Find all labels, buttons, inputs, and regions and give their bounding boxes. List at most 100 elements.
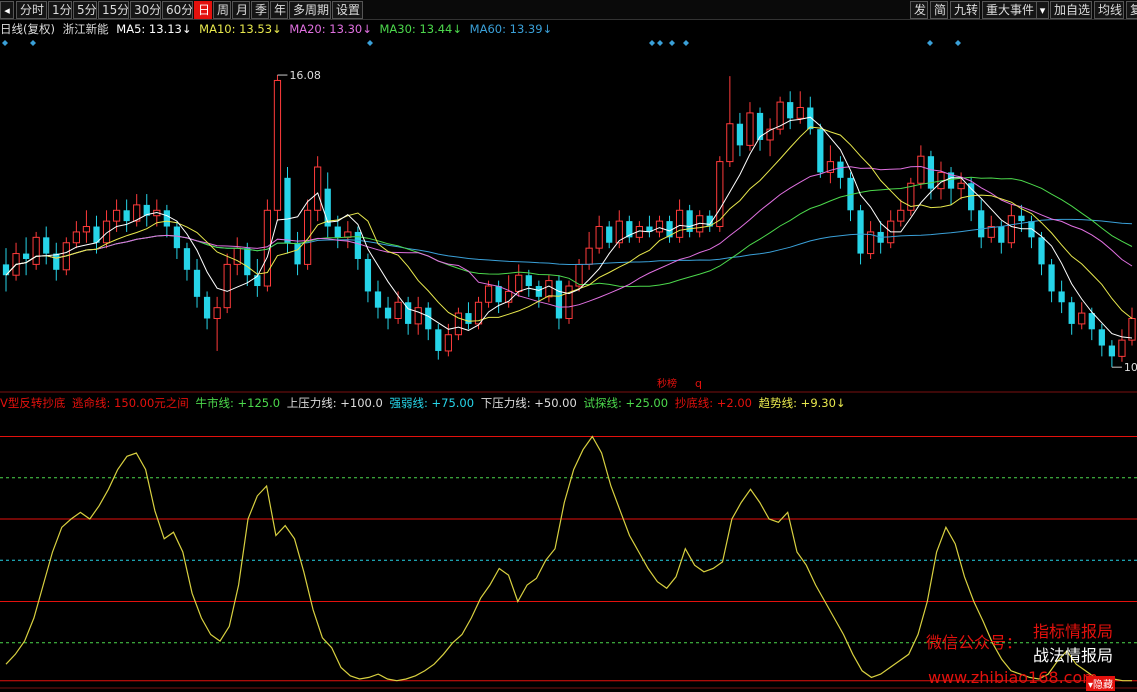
candle-body-down	[284, 177, 291, 243]
toolbar-right-4[interactable]: 加自选	[1050, 1, 1092, 19]
test-line-label: 试探线: +25.00	[583, 396, 669, 410]
upper-pressure-label: 上压力线: +100.0	[286, 396, 383, 410]
candle-body-up	[273, 79, 282, 211]
candle-body-up	[796, 107, 804, 119]
bull-line-label: 牛市线: +125.0	[195, 396, 281, 410]
candle-body-down	[1038, 237, 1045, 265]
candle-body-down	[163, 210, 170, 227]
wechat-label: 微信公众号：	[926, 633, 1023, 652]
candle-body-down	[787, 102, 794, 119]
toolbar-right-6[interactable]: 复	[1126, 1, 1137, 19]
event-diamond-icon	[955, 40, 961, 46]
candle-body-down	[435, 329, 442, 351]
hide-tag[interactable]: ▾隐藏	[1086, 676, 1116, 691]
candle-body-up	[1128, 317, 1136, 341]
candle-body-down	[43, 237, 50, 254]
toolbar-right-5[interactable]: 均线	[1094, 1, 1124, 19]
candle-body-down	[807, 107, 814, 130]
candle-body-down	[334, 226, 341, 238]
candle-body-down	[173, 226, 181, 249]
candle-body-down	[525, 275, 532, 287]
event-diamond-icon	[30, 40, 36, 46]
dropdown-arrow-icon[interactable]: ▾	[1036, 1, 1049, 19]
candle-body-down	[244, 248, 251, 276]
candle-body-down	[495, 286, 502, 303]
candle-body-up	[484, 285, 493, 303]
escape-line-label: 逃命线: 150.00元之间	[72, 396, 189, 410]
candle-body-up	[213, 307, 221, 319]
candle-body-up	[414, 307, 422, 325]
candle-body-down	[1058, 291, 1065, 303]
period-tab-4[interactable]: 30分	[130, 1, 161, 19]
candle-body-down	[927, 156, 935, 189]
candle-body-up	[655, 220, 664, 233]
candle-body-down	[1068, 302, 1075, 324]
ma60-value: MA60: 13.39↓	[469, 22, 553, 36]
toolbar-right-1[interactable]: 简	[930, 1, 948, 19]
candle-body-up	[314, 166, 322, 211]
candle-body-down	[425, 307, 432, 330]
candle-body-up	[917, 155, 925, 184]
back-arrow-icon[interactable]: ◂	[0, 1, 14, 19]
candle-body-up	[444, 334, 452, 352]
candle-body-up	[716, 161, 724, 228]
candle-body-up	[112, 209, 121, 222]
stock-chart[interactable]: 16.08 10.84 秒榜 q	[0, 0, 1137, 692]
event-diamond-icon	[657, 40, 663, 46]
toolbar-right-2[interactable]: 九转	[950, 1, 980, 19]
bottom-line-label: 抄底线: +2.00	[674, 396, 752, 410]
candle-body-down	[998, 226, 1005, 243]
candle-body-up	[72, 231, 80, 244]
candle-body-down	[837, 161, 844, 178]
period-tab-9[interactable]: 季	[251, 1, 269, 19]
stock-name: 浙江新能	[62, 22, 109, 36]
event-diamond-icon	[649, 40, 655, 46]
candle-body-up	[82, 226, 91, 233]
period-tab-2[interactable]: 5分	[73, 1, 97, 19]
candle-body-up	[1118, 339, 1126, 357]
candle-body-down	[193, 269, 201, 297]
lower-pressure-label: 下压力线: +50.00	[480, 396, 577, 410]
period-tab-10[interactable]: 年	[270, 1, 288, 19]
event-diamond-icon	[927, 40, 933, 46]
period-tab-6[interactable]: 日	[194, 1, 212, 19]
candle-body-down	[1018, 215, 1025, 222]
period-tab-5[interactable]: 60分	[162, 1, 193, 19]
period-tab-7[interactable]: 周	[213, 1, 231, 19]
period-tab-1[interactable]: 1分	[48, 1, 72, 19]
event-diamond-icon	[2, 40, 8, 46]
period-tab-11[interactable]: 多周期	[289, 1, 331, 19]
toolbar-right-3[interactable]: 重大事件	[982, 1, 1040, 19]
ma20-value: MA20: 13.30↓	[289, 22, 372, 36]
candle-body-up	[897, 209, 905, 222]
candle-body-down	[123, 210, 130, 222]
strong-weak-label: 强弱线: +75.00	[389, 396, 475, 410]
indicator-name: V型反转抄底	[0, 396, 66, 410]
trend-line-label: 趋势线: +9.30↓	[758, 396, 846, 410]
candle-body-down	[736, 123, 744, 146]
candle-body-up	[515, 274, 523, 292]
candle-body-up	[595, 226, 603, 249]
candle-body-down	[1108, 345, 1116, 357]
candle-body-down	[817, 129, 824, 173]
candle-body-up	[726, 123, 734, 163]
candle-body-down	[756, 112, 764, 140]
candle-body-up	[746, 112, 754, 146]
candle-body-down	[555, 280, 563, 319]
candle-body-down	[1088, 313, 1095, 330]
period-tab-3[interactable]: 15分	[98, 1, 129, 19]
toolbar-right-0[interactable]: 发	[910, 1, 928, 19]
period-tab-0[interactable]: 分时	[16, 1, 47, 19]
event-marker-text: 秒榜	[657, 377, 677, 390]
period-toolbar: ◂ 分时 1分 5分 15分 30分 60分日周月季年多周期 设置 发简九转 重大事件 加自选均…	[0, 0, 1137, 20]
period-tab-12[interactable]: 设置	[332, 1, 363, 19]
ma-info-line: 日线(复权) 浙江新能 MA5: 13.13↓ MA10: 13.53↓ MA2…	[0, 21, 556, 37]
candle-body-down	[22, 253, 30, 259]
period-tab-8[interactable]: 月	[232, 1, 250, 19]
event-diamond-icon	[683, 40, 689, 46]
ma5-value: MA5: 13.13↓	[116, 22, 192, 36]
candle-body-up	[394, 301, 402, 319]
candle-body-up	[223, 263, 231, 309]
candle-body-down	[374, 291, 382, 308]
candle-body-down	[968, 183, 975, 211]
